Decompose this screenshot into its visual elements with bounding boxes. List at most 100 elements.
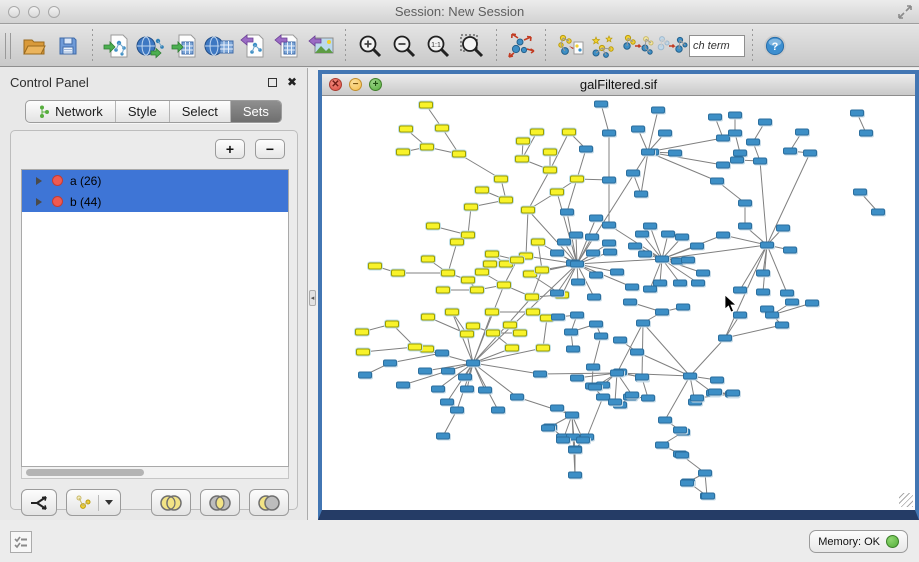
graph-node[interactable] [550, 250, 564, 257]
graph-node[interactable] [466, 360, 480, 367]
graph-edge[interactable] [528, 170, 550, 210]
graph-node[interactable] [486, 330, 500, 337]
graph-node[interactable] [733, 150, 747, 157]
graph-edge[interactable] [648, 152, 717, 181]
graph-node[interactable] [464, 204, 478, 211]
graph-node[interactable] [536, 345, 550, 352]
graph-node[interactable] [420, 346, 434, 353]
graph-node[interactable] [623, 299, 637, 306]
graph-node[interactable] [530, 129, 544, 136]
graph-node[interactable] [776, 225, 790, 232]
graph-edge[interactable] [665, 376, 690, 420]
graph-node[interactable] [418, 368, 432, 375]
graph-node[interactable] [658, 417, 672, 424]
frame-close-button[interactable]: ✕ [329, 78, 342, 91]
set-union-button[interactable] [151, 489, 191, 516]
graph-node[interactable] [871, 209, 885, 216]
graph-node[interactable] [805, 300, 819, 307]
scrollbar-thumb[interactable] [26, 469, 144, 476]
tab-network[interactable]: Network [26, 101, 116, 122]
graph-node[interactable] [543, 149, 557, 156]
graph-node[interactable] [565, 412, 579, 419]
graph-node[interactable] [728, 130, 742, 137]
import-network-web-button[interactable] [134, 29, 168, 63]
graph-node[interactable] [668, 150, 682, 157]
graph-edge[interactable] [637, 352, 690, 376]
graph-node[interactable] [391, 270, 405, 277]
graph-edge[interactable] [577, 264, 632, 287]
graph-node[interactable] [570, 312, 584, 319]
graph-node[interactable] [716, 232, 730, 239]
dropdown-caret-icon[interactable] [105, 500, 113, 505]
graph-node[interactable] [513, 330, 527, 337]
graph-node[interactable] [608, 399, 622, 406]
graph-edge[interactable] [725, 325, 782, 338]
graph-node[interactable] [396, 382, 410, 389]
graph-node[interactable] [576, 437, 590, 444]
graph-node[interactable] [505, 345, 519, 352]
graph-node[interactable] [636, 320, 650, 327]
graph-node[interactable] [588, 384, 602, 391]
graph-node[interactable] [564, 329, 578, 336]
import-table-file-button[interactable] [168, 29, 202, 63]
import-table-web-button[interactable] [202, 29, 236, 63]
first-neighbors-button[interactable] [553, 29, 587, 63]
graph-node[interactable] [673, 280, 687, 287]
graph-node[interactable] [613, 337, 627, 344]
graph-node[interactable] [570, 261, 584, 268]
graph-node[interactable] [440, 399, 454, 406]
close-panel-icon[interactable]: ✖ [287, 76, 297, 88]
graph-node[interactable] [460, 331, 474, 338]
graph-node[interactable] [610, 370, 624, 377]
graph-node[interactable] [708, 389, 722, 396]
graph-node[interactable] [589, 215, 603, 222]
list-item-set-a[interactable]: a (26) [22, 170, 288, 191]
graph-node[interactable] [355, 329, 369, 336]
zoom-actual-size-button[interactable]: 1:1 [421, 29, 455, 63]
graph-node[interactable] [683, 373, 697, 380]
export-table-button[interactable] [270, 29, 304, 63]
graph-edge[interactable] [526, 210, 528, 256]
list-item-set-b[interactable]: b (44) [22, 191, 288, 212]
open-file-button[interactable] [17, 29, 51, 63]
graph-node[interactable] [543, 167, 557, 174]
graph-edge[interactable] [543, 318, 547, 348]
graph-node[interactable] [408, 344, 422, 351]
disclosure-triangle-icon[interactable] [36, 198, 42, 206]
graph-node[interactable] [643, 286, 657, 293]
graph-node[interactable] [673, 427, 687, 434]
graph-node[interactable] [516, 138, 530, 145]
set-intersection-button[interactable] [200, 489, 240, 516]
task-history-button[interactable] [10, 531, 32, 553]
divider-collapse-handle[interactable]: ◂ [309, 290, 316, 306]
graph-node[interactable] [541, 425, 555, 432]
import-network-file-button[interactable] [100, 29, 134, 63]
graph-edge[interactable] [643, 323, 690, 376]
graph-node[interactable] [515, 156, 529, 163]
graph-node[interactable] [461, 232, 475, 239]
graph-node[interactable] [635, 374, 649, 381]
horizontal-scrollbar[interactable] [21, 467, 289, 479]
graph-node[interactable] [602, 177, 616, 184]
graph-node[interactable] [603, 249, 617, 256]
graph-node[interactable] [383, 360, 397, 367]
graph-node[interactable] [775, 322, 789, 329]
disclosure-triangle-icon[interactable] [36, 177, 42, 185]
zoom-out-button[interactable] [387, 29, 421, 63]
panel-divider[interactable]: ◂ [308, 68, 318, 520]
graph-node[interactable] [560, 209, 574, 216]
graph-node[interactable] [566, 346, 580, 353]
tab-style[interactable]: Style [116, 101, 170, 122]
graph-node[interactable] [728, 112, 742, 119]
graph-node[interactable] [570, 176, 584, 183]
graph-node[interactable] [738, 200, 752, 207]
graph-node[interactable] [691, 280, 705, 287]
graph-node[interactable] [426, 223, 440, 230]
graph-node[interactable] [726, 390, 740, 397]
graph-node[interactable] [531, 239, 545, 246]
graph-node[interactable] [521, 207, 535, 214]
graph-node[interactable] [570, 375, 584, 382]
remove-set-button[interactable]: − [255, 139, 285, 159]
graph-node[interactable] [526, 309, 540, 316]
graph-node[interactable] [675, 234, 689, 241]
